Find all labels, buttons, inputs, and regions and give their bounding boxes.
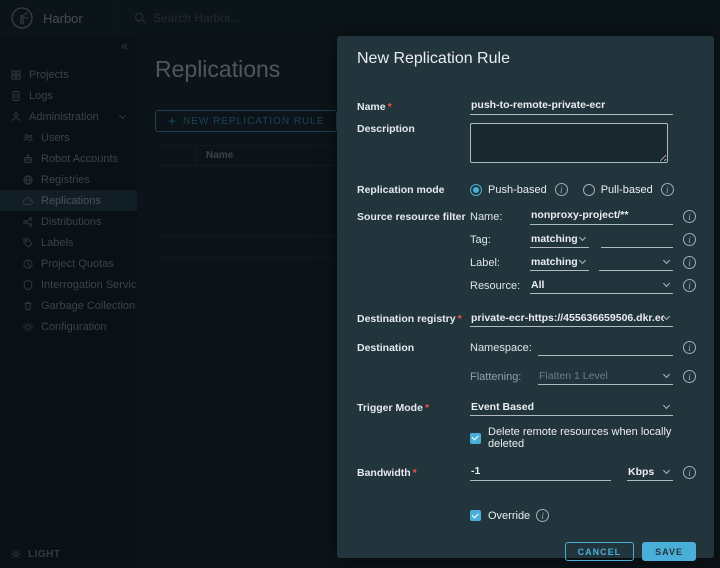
required-asterisk: * <box>388 101 392 113</box>
trigger-mode-select[interactable]: Event Based <box>470 399 673 416</box>
delete-remote-checkbox[interactable] <box>470 433 481 444</box>
delete-remote-label: Delete remote resources when locally del… <box>488 426 698 450</box>
label-match-select[interactable]: matching <box>530 254 589 271</box>
name-input[interactable] <box>470 98 673 115</box>
destination-registry-label: Destination registry* <box>357 313 470 325</box>
chevron-down-icon <box>663 313 670 320</box>
trigger-mode-label: Trigger Mode* <box>357 402 470 414</box>
description-textarea[interactable] <box>470 123 668 163</box>
source-resource-filter-label: Source resource filter <box>357 211 470 223</box>
bandwidth-info-icon[interactable] <box>683 466 696 479</box>
filter-label-info-icon[interactable] <box>683 256 696 269</box>
tag-value-input[interactable] <box>601 231 673 248</box>
override-label: Override <box>488 510 530 522</box>
required-asterisk: * <box>458 313 462 325</box>
chevron-down-icon <box>663 257 670 264</box>
name-label: Name* <box>357 101 470 113</box>
replication-mode-label: Replication mode <box>357 184 470 196</box>
cancel-button[interactable]: CANCEL <box>565 542 635 561</box>
save-button[interactable]: SAVE <box>642 542 696 561</box>
filter-name-info-icon[interactable] <box>683 210 696 223</box>
filter-tag-label: Tag: <box>470 234 530 246</box>
pull-based-info-icon[interactable] <box>661 183 674 196</box>
filter-name-label: Name: <box>470 211 530 223</box>
bandwidth-label: Bandwidth* <box>357 467 470 479</box>
filter-resource-label: Resource: <box>470 280 530 292</box>
chevron-down-icon <box>579 257 586 264</box>
push-based-label: Push-based <box>488 184 547 196</box>
filter-tag-info-icon[interactable] <box>683 233 696 246</box>
push-based-radio[interactable] <box>470 184 482 196</box>
chevron-down-icon <box>663 371 670 378</box>
new-replication-rule-modal: New Replication Rule Name* Description R… <box>337 36 714 558</box>
destination-registry-select[interactable]: private-ecr-https://455636659506.dkr.ecr… <box>470 310 673 327</box>
filter-resource-info-icon[interactable] <box>683 279 696 292</box>
push-based-info-icon[interactable] <box>555 183 568 196</box>
override-info-icon[interactable] <box>536 509 549 522</box>
flattening-label: Flattening: <box>470 371 538 383</box>
chevron-down-icon <box>579 234 586 241</box>
tag-match-select[interactable]: matching <box>530 231 589 248</box>
resource-select[interactable]: All <box>530 277 673 294</box>
namespace-input[interactable] <box>538 339 673 356</box>
label-value-select[interactable] <box>599 254 673 271</box>
bandwidth-input[interactable] <box>470 464 611 481</box>
required-asterisk: * <box>413 467 417 479</box>
pull-based-radio[interactable] <box>583 184 595 196</box>
override-checkbox[interactable] <box>470 510 481 521</box>
flattening-select[interactable]: Flatten 1 Level <box>538 368 673 385</box>
namespace-info-icon[interactable] <box>683 341 696 354</box>
flattening-info-icon[interactable] <box>683 370 696 383</box>
destination-label: Destination <box>357 342 470 354</box>
chevron-down-icon <box>663 402 670 409</box>
pull-based-label: Pull-based <box>601 184 653 196</box>
modal-title: New Replication Rule <box>357 50 698 68</box>
chevron-down-icon <box>663 467 670 474</box>
description-label: Description <box>357 123 470 135</box>
required-asterisk: * <box>425 402 429 414</box>
filter-label-label: Label: <box>470 257 530 269</box>
bandwidth-unit-select[interactable]: Kbps <box>627 464 673 481</box>
chevron-down-icon <box>663 280 670 287</box>
filter-name-input[interactable] <box>530 208 673 225</box>
namespace-label: Namespace: <box>470 342 538 354</box>
